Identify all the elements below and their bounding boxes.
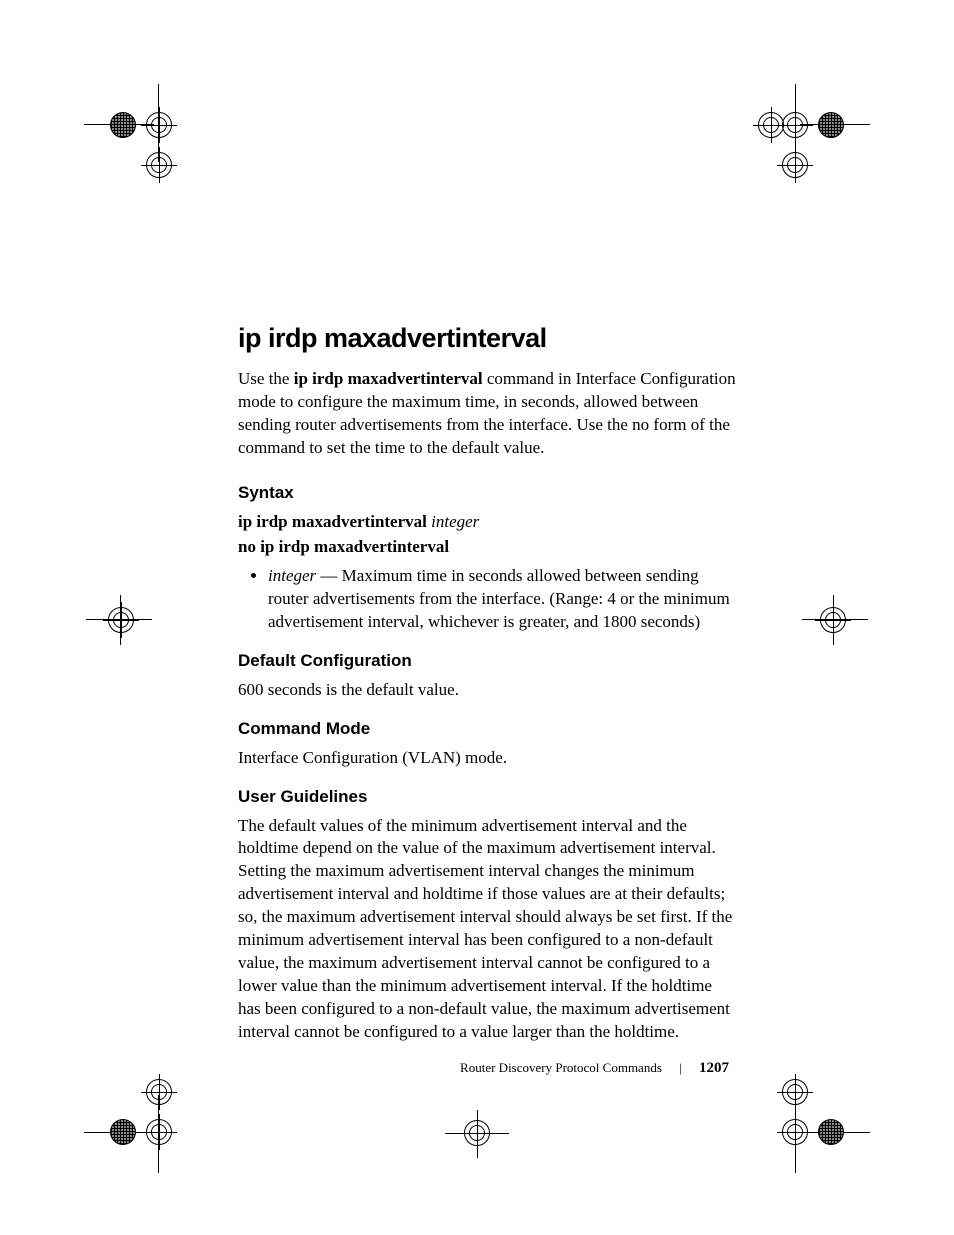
page-footer: Router Discovery Protocol Commands | 120… — [0, 1060, 954, 1077]
syntax-line-2: no ip irdp maxadvertinterval — [238, 536, 738, 559]
registration-mark-icon — [146, 1119, 172, 1145]
registration-mark-icon — [464, 1120, 490, 1146]
syntax-bullet: integer — Maximum time in seconds allowe… — [268, 565, 738, 634]
intro-command-name: ip irdp maxadvertinterval — [294, 369, 483, 388]
registration-mark-icon — [820, 607, 846, 633]
footer-separator: | — [679, 1060, 682, 1075]
registration-mark-icon — [146, 1079, 172, 1105]
syntax-bullet-list: integer — Maximum time in seconds allowe… — [238, 565, 738, 634]
syntax-heading: Syntax — [238, 482, 738, 505]
registration-mark-icon — [782, 152, 808, 178]
page: ip irdp maxadvertinterval Use the ip ird… — [0, 0, 954, 1235]
syntax-line-1: ip irdp maxadvertinterval integer — [238, 511, 738, 534]
content-area: ip irdp maxadvertinterval Use the ip ird… — [238, 320, 738, 1058]
footer-section: Router Discovery Protocol Commands — [460, 1060, 662, 1075]
registration-ball-icon — [818, 1119, 844, 1145]
page-number: 1207 — [699, 1060, 729, 1076]
registration-mark-icon — [782, 1079, 808, 1105]
registration-mark-icon — [758, 112, 784, 138]
command-mode-heading: Command Mode — [238, 718, 738, 741]
user-guidelines-heading: User Guidelines — [238, 786, 738, 809]
user-guidelines-text: The default values of the minimum advert… — [238, 815, 738, 1044]
registration-mark-icon — [146, 112, 172, 138]
default-config-text: 600 seconds is the default value. — [238, 679, 738, 702]
syntax-arg: integer — [431, 512, 479, 531]
registration-mark-icon — [782, 1119, 808, 1145]
registration-ball-icon — [110, 1119, 136, 1145]
registration-ball-icon — [818, 112, 844, 138]
bullet-term: integer — [268, 566, 316, 585]
intro-paragraph: Use the ip irdp maxadvertinterval comman… — [238, 368, 738, 460]
default-config-heading: Default Configuration — [238, 650, 738, 673]
bullet-sep: — — [316, 566, 342, 585]
command-mode-text: Interface Configuration (VLAN) mode. — [238, 747, 738, 770]
syntax-cmd: ip irdp maxadvertinterval — [238, 512, 431, 531]
intro-prefix: Use the — [238, 369, 294, 388]
registration-mark-icon — [146, 152, 172, 178]
registration-ball-icon — [110, 112, 136, 138]
registration-mark-icon — [108, 607, 134, 633]
page-title: ip irdp maxadvertinterval — [238, 320, 738, 356]
